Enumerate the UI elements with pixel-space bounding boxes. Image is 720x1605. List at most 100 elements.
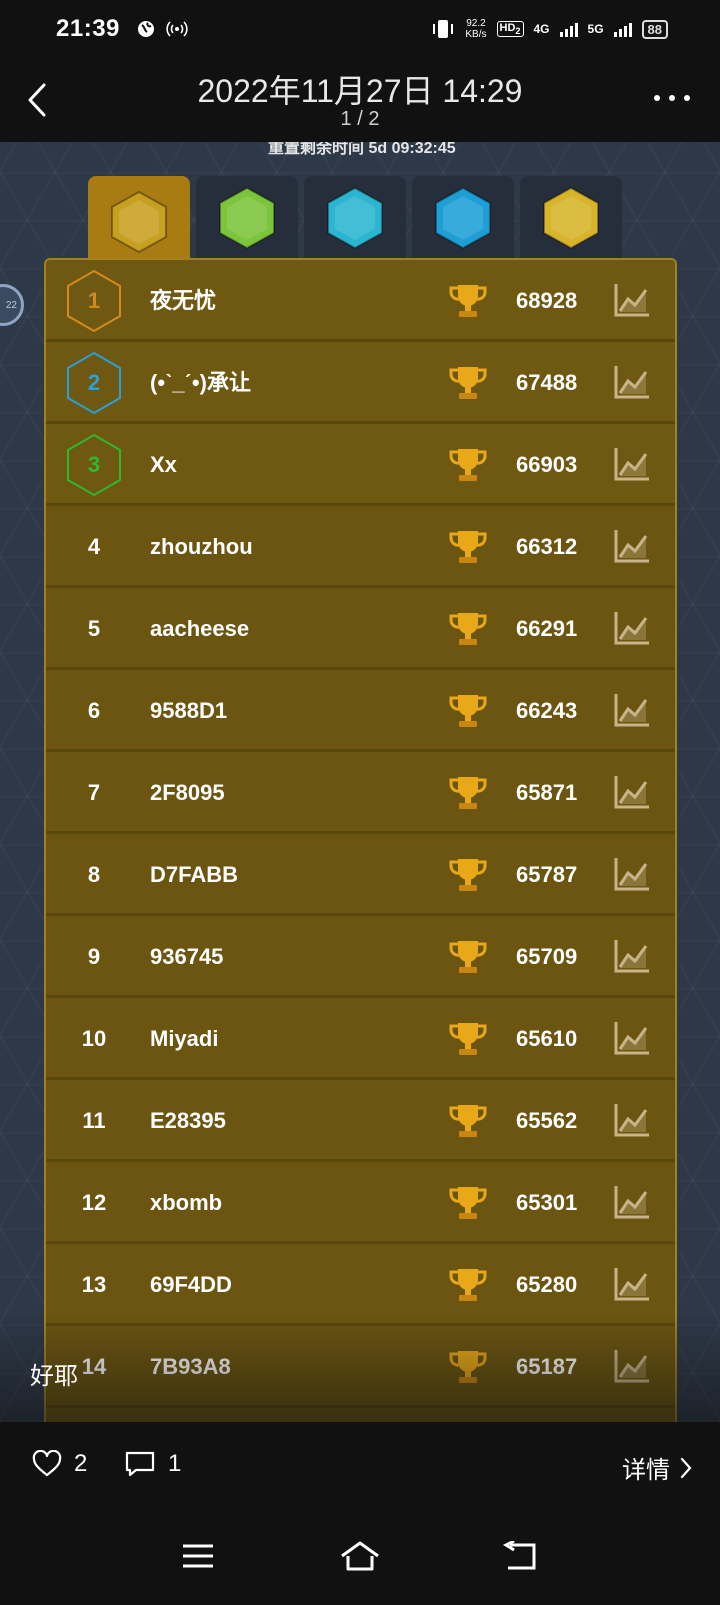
- player-name: 7B93A8: [150, 1354, 231, 1379]
- return-icon: [502, 1541, 536, 1570]
- hd-badge: HD2: [496, 20, 524, 38]
- leaderboard-row[interactable]: 4 zhouzhou 66312: [46, 506, 675, 588]
- stats-chart-button[interactable]: [612, 445, 652, 483]
- back-nav-button[interactable]: [498, 1536, 542, 1576]
- hd-label: HD: [499, 21, 516, 34]
- score-value: 66291: [516, 616, 578, 641]
- rank-number: 7: [87, 780, 101, 805]
- stats-chart-button[interactable]: [612, 691, 652, 729]
- ocean-map-tab[interactable]: [304, 176, 406, 260]
- rank-badge: 6: [66, 679, 122, 743]
- stats-chart-button[interactable]: [612, 1265, 652, 1303]
- leaderboard-row[interactable]: 2 (•ˋ_ˊ•)承让 67488: [46, 342, 675, 424]
- post-image[interactable]: 重置剩余时间 5d 09:32:45 22 1 夜无忧 68928 2 (•ˋ_ˊ•)承…: [0, 142, 720, 1422]
- rank-number: 10: [81, 1026, 107, 1051]
- player-name: 9588D1: [150, 698, 228, 723]
- stats-chart-button[interactable]: [612, 1101, 652, 1139]
- leaderboard-row[interactable]: 6 9588D1 66243: [46, 670, 675, 752]
- rank-badge: 11: [66, 1089, 122, 1153]
- score-value: 65871: [516, 780, 578, 805]
- stats-chart-button[interactable]: [612, 773, 652, 811]
- rank-number: 3: [87, 452, 101, 477]
- leaderboard-row[interactable]: 3 Xx 66903: [46, 424, 675, 506]
- area-chart-icon: [614, 694, 649, 727]
- signal-icon: [559, 21, 578, 37]
- stats-chart-button[interactable]: [612, 609, 652, 647]
- area-chart-icon: [614, 1268, 649, 1301]
- stats-chart-button[interactable]: [612, 855, 652, 893]
- stats-chart-button[interactable]: [612, 1183, 652, 1221]
- rank-badge: 1: [66, 269, 122, 333]
- status-left-icons: [136, 19, 188, 39]
- leaderboard-row[interactable]: 7 2F8095 65871: [46, 752, 675, 834]
- trophy-icon: [448, 446, 488, 484]
- palm-tree-icon: [435, 186, 491, 250]
- stats-chart-button[interactable]: [612, 937, 652, 975]
- status-bar: 21:39 92.2 KB/s HD2 4G 5G 88: [0, 0, 720, 58]
- leaderboard-row[interactable]: 10 Miyadi 65610: [46, 998, 675, 1080]
- rank-badge: 12: [66, 1171, 122, 1235]
- comment-icon: [125, 1451, 155, 1477]
- leaderboard-panel: 1 夜无忧 68928 2 (•ˋ_ˊ•)承让 67488 3 Xx 66903 4 zhouzho…: [44, 258, 677, 1422]
- leaderboard-row[interactable]: 9 936745 65709: [46, 916, 675, 998]
- score-value: 65562: [516, 1108, 578, 1133]
- stats-chart-button[interactable]: [612, 1019, 652, 1057]
- leaderboard-row[interactable]: 5 aacheese 66291: [46, 588, 675, 670]
- stats-chart-button[interactable]: [612, 527, 652, 565]
- rank-number: 12: [81, 1190, 107, 1215]
- status-time: 21:39: [56, 15, 120, 42]
- rank-badge: 10: [66, 1007, 122, 1071]
- like-count: 2: [74, 1450, 88, 1477]
- leaderboard-row[interactable]: 11 E28395 65562: [46, 1080, 675, 1162]
- area-chart-icon: [614, 1104, 649, 1137]
- speed-value: 92.2: [466, 18, 486, 29]
- post-caption: 好耶: [30, 1363, 78, 1390]
- rank-badge: 5: [66, 597, 122, 661]
- leaderboard-row[interactable]: 14 7B93A8 65187: [46, 1326, 675, 1408]
- rank-number: 5: [87, 616, 101, 641]
- rank-number: 8: [87, 862, 101, 887]
- trophy-icon: [448, 610, 488, 648]
- menu-nav-button[interactable]: [176, 1536, 220, 1576]
- trophy-icon: [448, 528, 488, 566]
- like-button[interactable]: 2: [32, 1450, 87, 1478]
- action-bar: 2 1 详情: [0, 1422, 720, 1522]
- more-options-button[interactable]: [654, 88, 690, 108]
- stats-chart-button[interactable]: [612, 281, 652, 319]
- desert-tab[interactable]: [520, 176, 622, 260]
- mountain-tab[interactable]: [88, 176, 190, 268]
- stats-chart-button[interactable]: [612, 363, 652, 401]
- desert-icon: [543, 186, 599, 250]
- rank-badge: 9: [66, 925, 122, 989]
- player-name: 夜无忧: [150, 288, 217, 313]
- rank-number: 6: [87, 698, 101, 723]
- island-tab[interactable]: [412, 176, 514, 260]
- leaderboard-row[interactable]: 8 D7FABB 65787: [46, 834, 675, 916]
- leaderboard-row[interactable]: 1 夜无忧 68928: [46, 260, 675, 342]
- home-nav-button[interactable]: [338, 1536, 382, 1576]
- leaderboard-row[interactable]: 12 xbomb 65301: [46, 1162, 675, 1244]
- rank-badge: 13: [66, 1253, 122, 1317]
- comment-button[interactable]: 1: [124, 1450, 181, 1478]
- leaderboard-row[interactable]: 13 69F4DD 65280: [46, 1244, 675, 1326]
- system-nav-bar: [0, 1522, 720, 1605]
- score-value: 65280: [516, 1272, 578, 1297]
- stats-chart-button[interactable]: [612, 1347, 652, 1385]
- score-value: 65787: [516, 862, 578, 887]
- score-value: 65610: [516, 1026, 578, 1051]
- rank-number: 1: [87, 288, 101, 313]
- grassland-tab[interactable]: [196, 176, 298, 260]
- world-map-icon: [327, 186, 383, 250]
- player-name: 2F8095: [150, 780, 225, 805]
- details-button[interactable]: 详情: [622, 1450, 692, 1485]
- rank-badge: 2: [66, 351, 122, 415]
- trophy-icon: [448, 1020, 488, 1058]
- speed-unit: KB/s: [465, 29, 487, 40]
- rank-number: 2: [87, 370, 101, 395]
- player-name: aacheese: [150, 616, 250, 641]
- area-chart-icon: [614, 1186, 649, 1219]
- rank-number: 14: [81, 1354, 107, 1379]
- trophy-icon: [448, 692, 488, 730]
- player-name: (•ˋ_ˊ•)承让: [150, 370, 251, 395]
- player-name: E28395: [150, 1108, 226, 1133]
